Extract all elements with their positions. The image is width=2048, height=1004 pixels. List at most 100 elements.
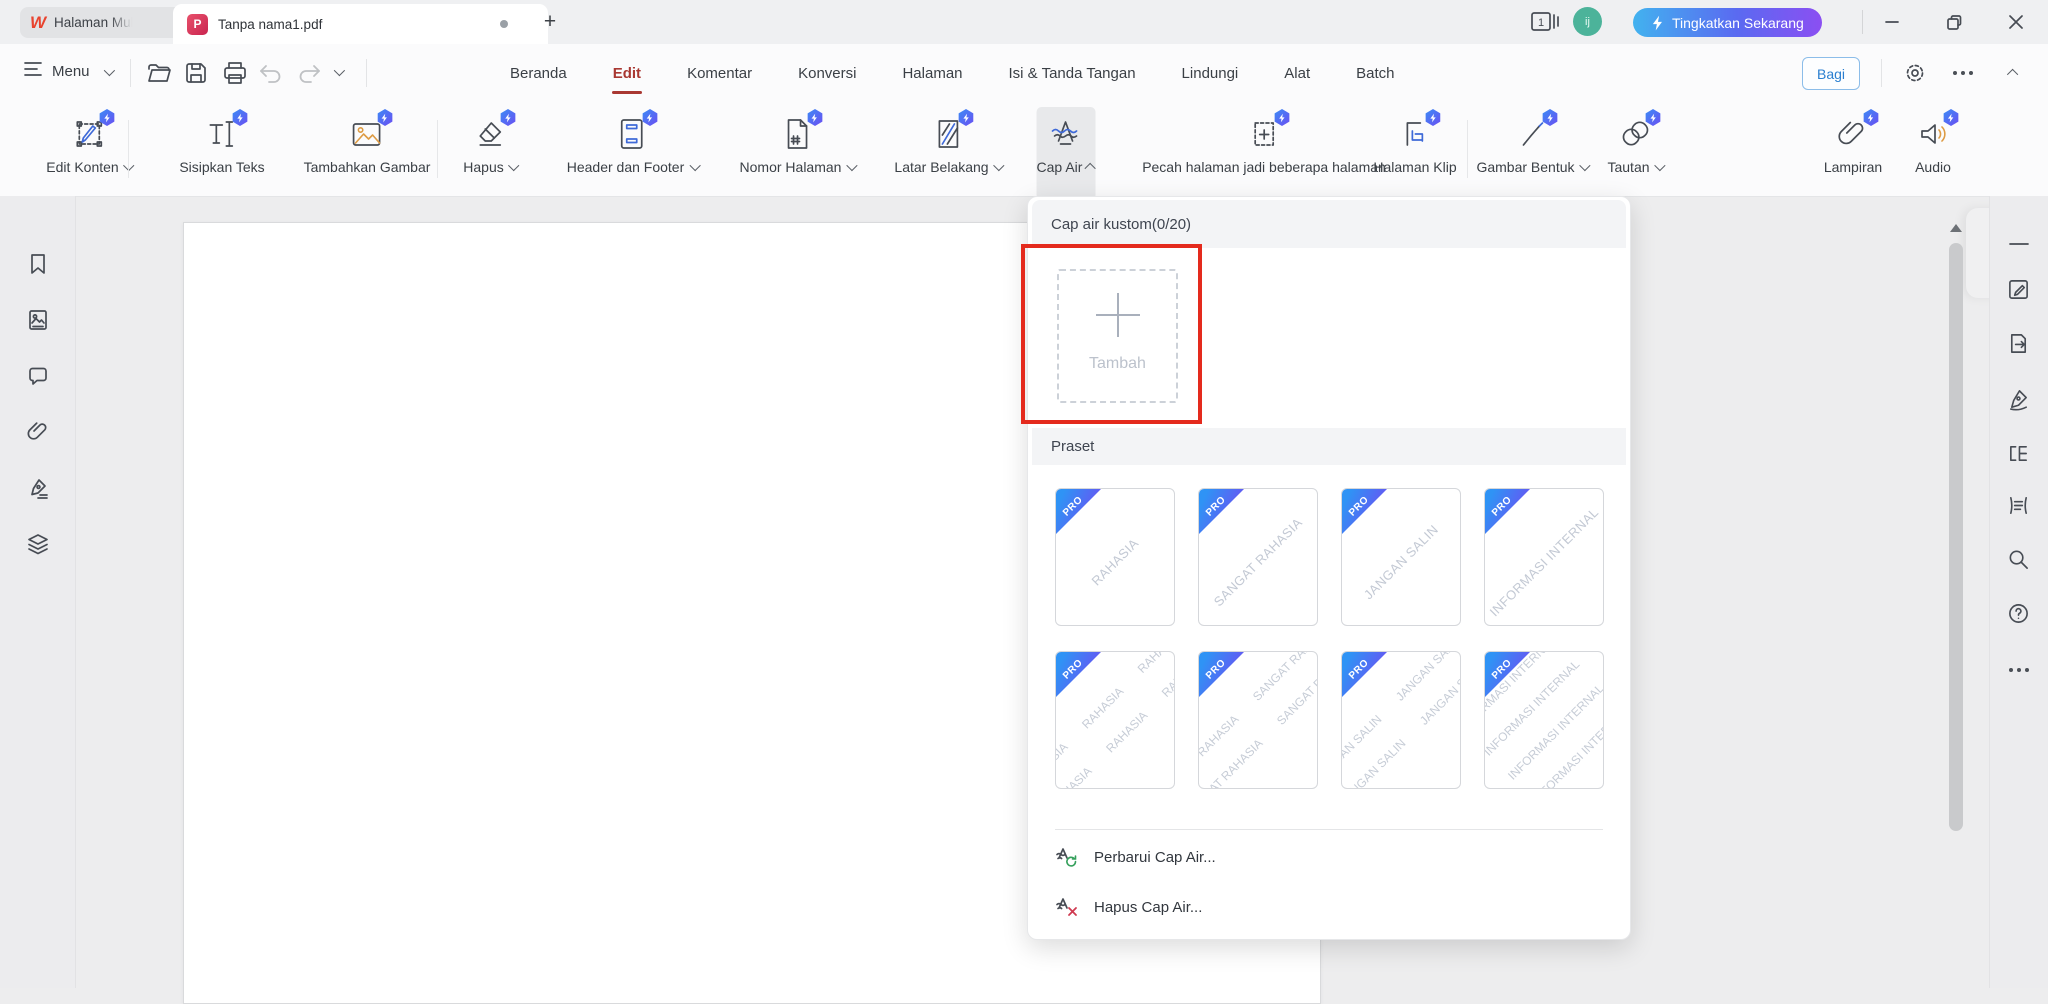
pro-corner-badge: PRO <box>1199 489 1245 535</box>
ribbon-item-header-footer[interactable]: Header dan Footer <box>567 107 701 200</box>
print-button[interactable] <box>222 61 248 85</box>
ribbon-item-sisipkan-teks[interactable]: Sisipkan Teks <box>179 107 265 200</box>
update-watermark-icon <box>1056 848 1077 867</box>
menu-tab-isi-tanda-tangan[interactable]: Isi & Tanda Tangan <box>1007 59 1138 88</box>
menu-tab-beranda[interactable]: Beranda <box>508 59 569 88</box>
menu-tab-edit[interactable]: Edit <box>611 59 643 88</box>
document-tab-label: Tanpa nama1.pdf <box>218 16 323 32</box>
ribbon-item-pecah-halaman[interactable]: Pecah halaman jadi beberapa halaman <box>1142 107 1386 200</box>
scrollbar-up-arrow[interactable] <box>1950 224 1962 232</box>
divider <box>1881 59 1882 87</box>
chevron-down-icon <box>123 159 135 172</box>
crop-page-icon[interactable] <box>2007 494 2030 517</box>
comments-icon[interactable] <box>26 364 50 388</box>
bookmarks-icon[interactable] <box>26 252 50 276</box>
menu-tab-batch[interactable]: Batch <box>1354 59 1396 88</box>
ribbon-item-tambahkan-gambar[interactable]: Tambahkan Gambar <box>304 107 430 200</box>
chevron-down-icon[interactable] <box>333 64 346 77</box>
text-layout-icon[interactable] <box>2007 442 2030 465</box>
undo-icon[interactable] <box>258 61 284 85</box>
search-icon[interactable] <box>2007 548 2030 571</box>
menu-tab-halaman[interactable]: Halaman <box>900 59 964 88</box>
collapse-ribbon-icon[interactable] <box>2006 68 2019 81</box>
divider <box>1055 829 1603 830</box>
chevron-down-icon <box>508 159 520 172</box>
menu-button[interactable] <box>24 61 42 77</box>
export-document-icon[interactable] <box>2007 332 2030 355</box>
preset-watermark-informasi-internal-tiled[interactable]: INFORMASI INTERNAL INFORMASI INTERNAL INF… <box>1484 651 1604 789</box>
tab-document[interactable]: P Tanpa nama1.pdf <box>173 4 548 44</box>
divider <box>130 59 131 87</box>
chevron-down-icon <box>846 159 858 172</box>
ribbon-item-audio[interactable]: Audio <box>1915 107 1959 200</box>
lightning-icon <box>1652 15 1662 30</box>
update-watermark-item[interactable]: Perbarui Cap Air... <box>1055 837 1216 877</box>
more-options-icon[interactable] <box>1953 71 1973 75</box>
menu-label[interactable]: Menu <box>52 63 90 80</box>
preset-watermark-jangan-salin[interactable]: JANGAN SALIN PRO <box>1341 488 1461 626</box>
title-bar: W Halaman Mul P Tanpa nama1.pdf + 1 ij T… <box>0 0 2048 44</box>
divider <box>1862 10 1863 34</box>
home-tab-label: Halaman Mul <box>54 15 134 30</box>
ribbon-item-cap-air[interactable]: Cap Air <box>1036 107 1096 200</box>
chevron-down-icon <box>1654 159 1666 172</box>
highlight-annotation-rectangle <box>1021 244 1202 424</box>
wondershare-logo-icon: W <box>30 12 47 32</box>
pro-corner-badge: PRO <box>1342 489 1388 535</box>
pdf-file-icon: P <box>187 13 208 35</box>
unsaved-dot-icon <box>500 20 508 28</box>
attachments-icon[interactable] <box>26 420 50 444</box>
more-tools-icon[interactable] <box>2007 658 2030 681</box>
ribbon-item-nomor-halaman[interactable]: Nomor Halaman <box>740 107 858 200</box>
window-count-icon[interactable]: 1 <box>1528 11 1564 33</box>
restore-button[interactable] <box>1934 6 1974 38</box>
ribbon-item-gambar-bentuk[interactable]: Gambar Bentuk <box>1476 107 1591 200</box>
pro-corner-badge: PRO <box>1485 489 1531 535</box>
annotate-icon[interactable] <box>2007 278 2030 301</box>
preset-watermark-informasi-internal[interactable]: INFORMASI INTERNAL PRO <box>1484 488 1604 626</box>
ribbon-item-lampiran[interactable]: Lampiran <box>1824 107 1882 200</box>
open-file-button[interactable] <box>146 61 172 85</box>
menu-tab-komentar[interactable]: Komentar <box>685 59 754 88</box>
ribbon-item-hapus[interactable]: Hapus <box>463 107 520 200</box>
right-panel-rail <box>1989 196 2048 988</box>
layers-icon[interactable] <box>26 532 50 556</box>
new-tab-button[interactable]: + <box>536 8 564 36</box>
ribbon-item-edit-konten[interactable]: Edit Konten <box>46 107 135 200</box>
preset-watermark-sangat-rahasia[interactable]: SANGAT RAHASIA PRO <box>1198 488 1318 626</box>
avatar[interactable]: ij <box>1573 7 1602 36</box>
minimize-button[interactable] <box>1872 6 1912 38</box>
signature-pen-icon[interactable] <box>2007 388 2030 411</box>
upgrade-label: Tingkatkan Sekarang <box>1672 14 1804 31</box>
page-thumbnails-icon[interactable] <box>26 308 50 332</box>
save-button[interactable] <box>184 61 208 85</box>
preset-watermark-jangan-salin-tiled[interactable]: JANGAN SALIN JANGAN SALIN JANGAN SALIN JAN… <box>1341 651 1461 789</box>
help-icon[interactable] <box>2007 602 2030 625</box>
settings-gear-icon[interactable] <box>1903 61 1927 85</box>
redo-icon[interactable] <box>296 61 322 85</box>
preset-watermark-rahasia[interactable]: RAHASIA PRO <box>1055 488 1175 626</box>
menu-tab-lindungi[interactable]: Lindungi <box>1180 59 1241 88</box>
remove-watermark-item[interactable]: Hapus Cap Air... <box>1055 887 1202 927</box>
preset-watermark-rahasia-tiled[interactable]: RAHASIA RAHASIA RAHASIA RAHASIA RAHASIA RAH… <box>1055 651 1175 789</box>
ribbon-item-tautan[interactable]: Tautan <box>1607 107 1666 200</box>
close-button[interactable] <box>1996 6 2036 38</box>
share-button[interactable]: Bagi <box>1802 57 1860 90</box>
menu-tab-alat[interactable]: Alat <box>1282 59 1312 88</box>
collapse-panel-icon[interactable] <box>2007 232 2030 255</box>
preset-watermark-sangat-rahasia-tiled[interactable]: SANGAT RAHASIA SANGAT RAHASIA SANGAT RAHA… <box>1198 651 1318 789</box>
ribbon-item-latar-belakang[interactable]: Latar Belakang <box>894 107 1005 200</box>
divider <box>437 120 438 178</box>
ribbon-toolbar: Edit Konten Sisipkan Teks Tambahkan Gamb… <box>0 102 2048 298</box>
upgrade-button[interactable]: Tingkatkan Sekarang <box>1633 8 1822 37</box>
chevron-down-icon <box>993 159 1005 172</box>
ribbon-item-halaman-klip[interactable]: Halaman Klip <box>1373 107 1457 200</box>
divider <box>128 120 129 178</box>
menu-tab-konversi[interactable]: Konversi <box>796 59 858 88</box>
chevron-down-icon[interactable] <box>103 64 116 77</box>
scrollbar-thumb[interactable] <box>1949 243 1963 831</box>
custom-watermark-header: Cap air kustom(0/20) <box>1032 200 1626 248</box>
preset-header: Praset <box>1032 428 1626 465</box>
signature-icon[interactable] <box>26 476 50 500</box>
tab-home[interactable]: W Halaman Mul <box>20 7 183 38</box>
